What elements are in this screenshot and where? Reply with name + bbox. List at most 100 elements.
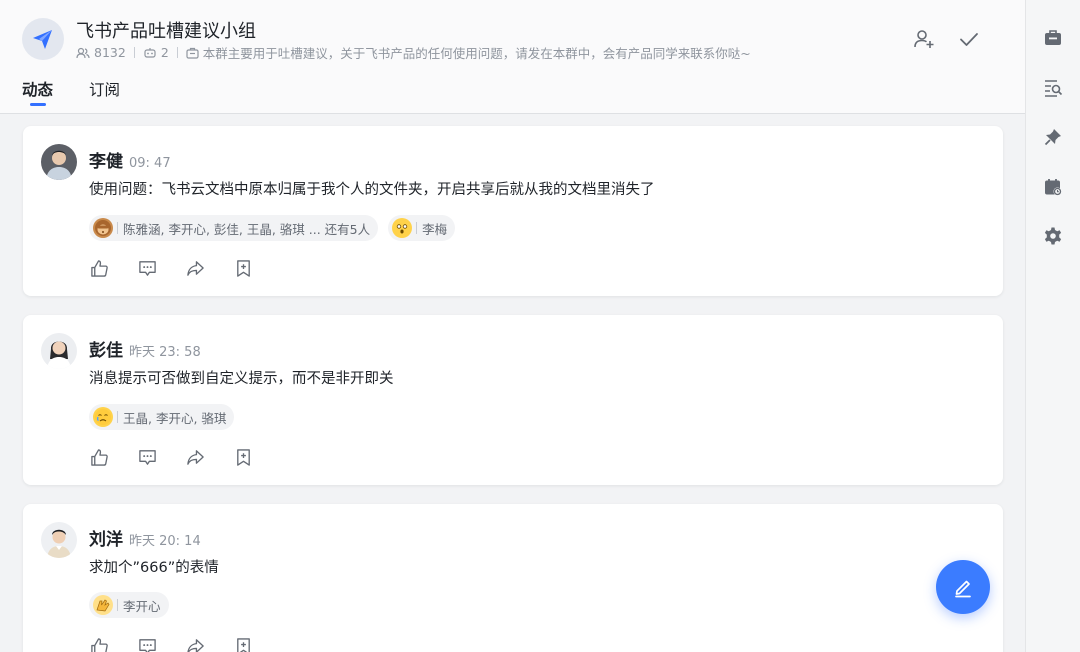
search-list-icon (1045, 80, 1063, 97)
thumbs-up-icon (90, 448, 108, 466)
group-description-text: 本群主要用于吐槽建议，关于飞书产品的任何使用问题，请发在本群中，会有产品同学来联… (202, 46, 751, 61)
tab-feed[interactable]: 动态 (22, 78, 53, 112)
share-button[interactable] (185, 447, 205, 467)
reaction-chip[interactable]: 李开心 (89, 592, 169, 618)
post-time: 昨天 23: 58 (129, 345, 201, 360)
bookmark-add-icon (236, 448, 250, 466)
reaction-divider (117, 222, 118, 234)
post-author: 彭佳 昨天 23: 58 (89, 336, 201, 361)
group-description[interactable]: 本群主要用于吐槽建议，关于飞书产品的任何使用问题，请发在本群中，会有产品同学来联… (186, 43, 751, 62)
toolbar-settings[interactable] (1042, 225, 1064, 247)
like-button[interactable] (89, 636, 109, 652)
reaction-divider (117, 599, 118, 611)
tab-subscribe[interactable]: 订阅 (89, 78, 120, 112)
bookmark-add-icon (236, 637, 250, 652)
share-icon (186, 449, 204, 465)
clap-emoji-icon (93, 595, 113, 615)
gear-icon (1044, 227, 1062, 245)
crying-emoji-icon (93, 407, 113, 427)
group-meta: 8132 2 本群主要用于吐槽建议，关于飞书产品的任何使用问题，请发在本群中，会 (76, 43, 751, 62)
bot-count[interactable]: 2 (143, 45, 169, 60)
post-time: 09: 47 (129, 156, 171, 171)
avatar[interactable] (41, 333, 77, 369)
thumbs-up-icon (90, 259, 108, 277)
user-avatar-icon (41, 144, 77, 180)
right-toolbar (1025, 0, 1080, 652)
bot-icon (144, 47, 156, 58)
comment-button[interactable] (137, 258, 157, 278)
comment-icon (138, 260, 156, 276)
group-avatar[interactable] (22, 18, 64, 60)
meta-divider (176, 47, 178, 58)
group-main-panel: 飞书产品吐槽建议小组 8132 2 本群主要用于吐槽建议，关于飞书产品的任何使用… (0, 0, 1025, 652)
comment-icon (138, 449, 156, 465)
toolbar-calendar[interactable] (1042, 176, 1064, 198)
post-author: 刘洋 昨天 20: 14 (89, 525, 201, 550)
post-card[interactable]: 刘洋 昨天 20: 14 求加个”666”的表情 李开心 (23, 504, 1003, 652)
group-title: 飞书产品吐槽建议小组 (76, 21, 256, 42)
reaction-users: 陈雅涵, 李开心, 彭佳, 王晶, 骆琪 ... 还有5人 (123, 221, 371, 237)
user-avatar-icon (41, 333, 77, 369)
calendar-icon (1045, 179, 1062, 196)
bookmark-button[interactable] (233, 447, 253, 467)
like-button[interactable] (89, 258, 109, 278)
reaction-users: 王晶, 李开心, 骆琪 (123, 410, 227, 426)
comment-button[interactable] (137, 636, 157, 652)
compose-post-button[interactable] (936, 560, 990, 614)
comment-icon (138, 638, 156, 652)
bot-count-value: 2 (160, 45, 169, 60)
toolbar-search-history[interactable] (1042, 77, 1064, 99)
pin-icon (1044, 129, 1061, 146)
pencil-icon (955, 580, 971, 598)
group-header: 飞书产品吐槽建议小组 8132 2 本群主要用于吐槽建议，关于飞书产品的任何使用… (0, 0, 1025, 114)
like-button[interactable] (89, 447, 109, 467)
reaction-users: 李开心 (123, 598, 161, 614)
group-tabs: 动态 订阅 (22, 78, 120, 112)
toolbar-briefcase[interactable] (1042, 27, 1064, 49)
post-content: 求加个”666”的表情 (89, 560, 219, 576)
bookmark-button[interactable] (233, 258, 253, 278)
share-button[interactable] (185, 636, 205, 652)
bookmark-button[interactable] (233, 636, 253, 652)
add-user-icon (914, 30, 934, 48)
post-time: 昨天 20: 14 (129, 534, 201, 549)
reaction-list: 陈雅涵, 李开心, 彭佳, 王晶, 骆琪 ... 还有5人 李梅 (89, 215, 456, 241)
post-card[interactable]: 彭佳 昨天 23: 58 消息提示可否做到自定义提示，而不是非开即关 王晶, 李开… (23, 315, 1003, 485)
share-icon (186, 638, 204, 652)
reaction-list: 李开心 (89, 592, 169, 618)
briefcase-icon (1045, 30, 1061, 45)
thumbs-up-icon (90, 637, 108, 652)
toolbar-pin[interactable] (1042, 126, 1064, 148)
post-actions (89, 636, 253, 652)
post-author-name: 刘洋 (89, 530, 123, 550)
share-button[interactable] (185, 258, 205, 278)
confirm-button[interactable] (954, 24, 984, 54)
reaction-divider (117, 411, 118, 423)
post-content: 消息提示可否做到自定义提示，而不是非开即关 (89, 371, 394, 387)
shocked-emoji-icon (392, 218, 413, 238)
post-content: 使用问题：飞书云文档中原本归属于我个人的文件夹，开启共享后就从我的文档里消失了 (89, 182, 655, 198)
reaction-chip[interactable]: 王晶, 李开心, 骆琪 (89, 404, 235, 430)
reaction-chip[interactable]: 李梅 (388, 215, 456, 241)
post-card[interactable]: 李健 09: 47 使用问题：飞书云文档中原本归属于我个人的文件夹，开启共享后就从… (23, 126, 1003, 296)
member-count[interactable]: 8132 (76, 45, 126, 60)
user-avatar-icon (41, 522, 77, 558)
post-author-name: 彭佳 (89, 341, 123, 361)
avatar[interactable] (41, 522, 77, 558)
member-count-value: 8132 (94, 45, 126, 60)
post-actions (89, 258, 253, 278)
add-member-button[interactable] (909, 24, 939, 54)
share-icon (186, 260, 204, 276)
reaction-list: 王晶, 李开心, 骆琪 (89, 404, 235, 430)
avatar[interactable] (41, 144, 77, 180)
reaction-divider (416, 222, 418, 234)
paper-plane-icon (33, 30, 52, 49)
post-author: 李健 09: 47 (89, 147, 171, 172)
briefcase-icon (186, 47, 199, 59)
check-icon (960, 33, 978, 46)
comment-button[interactable] (137, 447, 157, 467)
monkey-emoji-icon (93, 218, 113, 238)
reaction-chip[interactable]: 陈雅涵, 李开心, 彭佳, 王晶, 骆琪 ... 还有5人 (89, 215, 379, 241)
post-author-name: 李健 (89, 152, 123, 172)
members-icon (76, 47, 90, 58)
